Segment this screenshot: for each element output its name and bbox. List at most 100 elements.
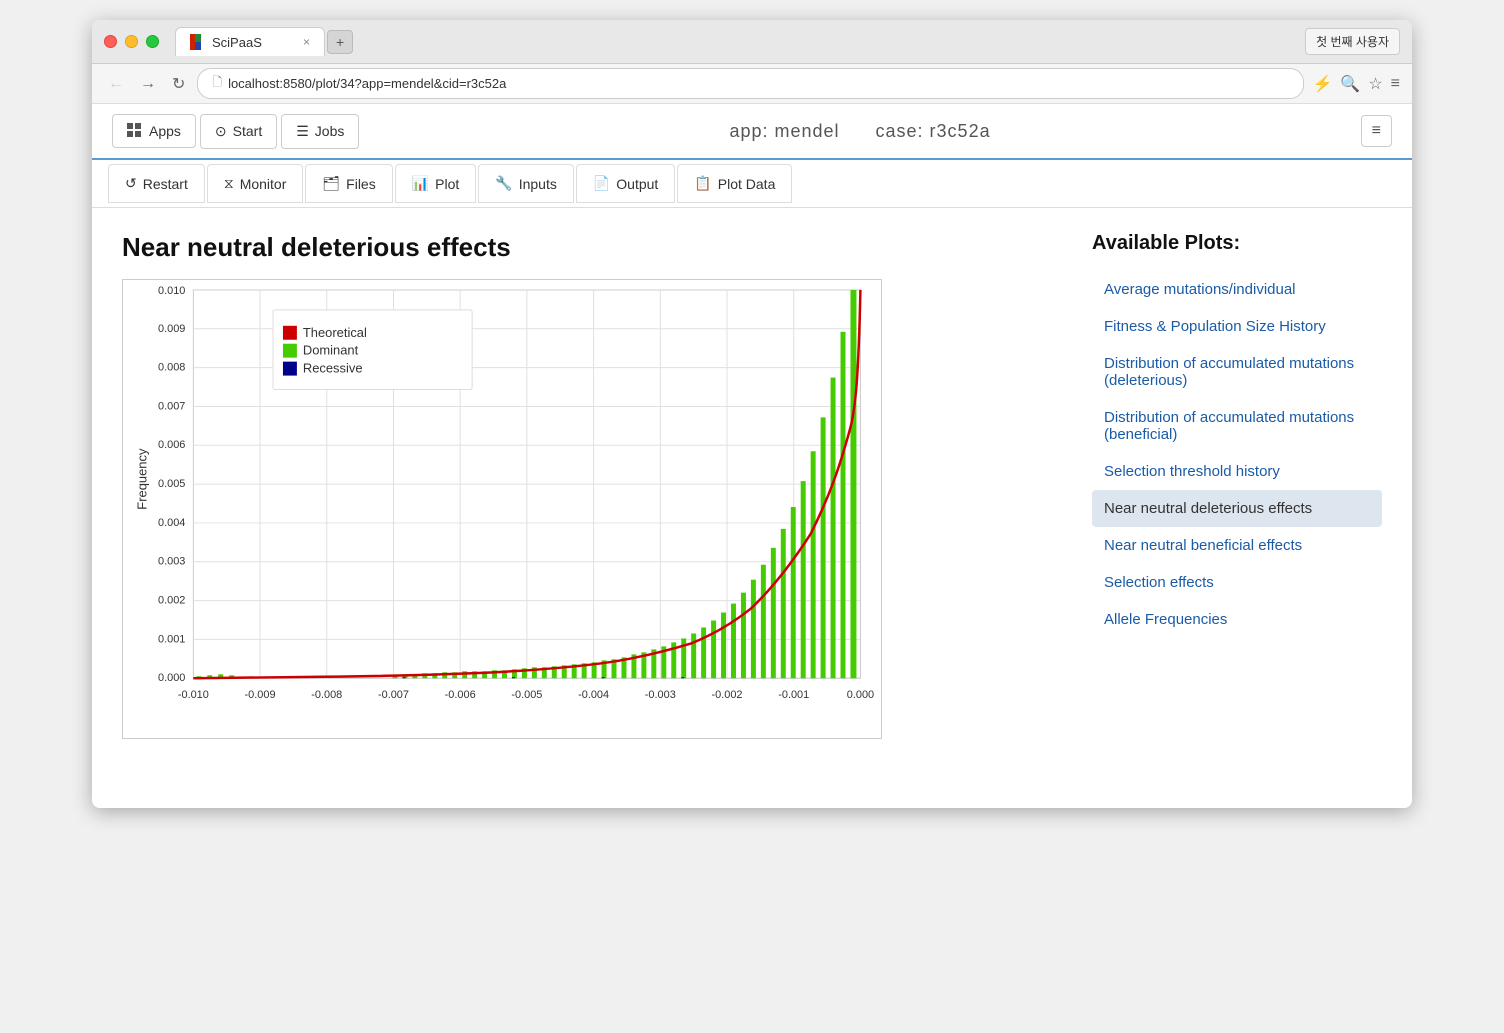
svg-text:-0.003: -0.003 [645,689,676,701]
svg-text:Frequency: Frequency [135,448,150,510]
zoom-icon[interactable]: 🔍 [1340,74,1360,94]
hamburger-button[interactable]: ≡ [1361,115,1392,147]
main-content: Near neutral deleterious effects [92,208,1412,808]
tab-plot[interactable]: 📊 Plot [395,164,477,203]
svg-text:0.009: 0.009 [158,323,185,335]
tab-inputs-label: Inputs [519,176,557,192]
svg-text:0.010: 0.010 [158,285,185,297]
tab-restart-label: Restart [143,176,188,192]
address-bar: ← → ↻ 🗋 localhost:8580/plot/34?app=mende… [92,64,1412,104]
svg-text:0.000: 0.000 [847,689,874,701]
apps-button[interactable]: Apps [112,114,196,148]
sidebar-link-dist-del[interactable]: Distribution of accumulated mutations (d… [1092,345,1382,399]
plot-icon: 📊 [412,175,429,192]
sidebar-link-sel-thresh-label: Selection threshold history [1104,463,1280,480]
tab-bar: SciPaaS × + [175,27,353,56]
svg-text:Recessive: Recessive [303,361,363,376]
sidebar-link-near-neutral-del-label: Near neutral deleterious effects [1104,500,1312,517]
jobs-label: Jobs [315,123,345,139]
svg-text:Theoretical: Theoretical [303,325,367,340]
apps-grid-icon [127,123,143,139]
tab-output-label: Output [616,176,658,192]
sidebar-link-near-neutral-ben[interactable]: Near neutral beneficial effects [1092,527,1382,564]
forward-button[interactable]: → [136,71,160,97]
start-icon: ⊙ [215,123,227,140]
svg-text:0.001: 0.001 [158,633,185,645]
sidebar-link-dist-ben-label: Distribution of accumulated mutations (b… [1104,409,1354,443]
svg-text:-0.010: -0.010 [178,689,209,701]
sidebar-link-near-neutral-del[interactable]: Near neutral deleterious effects [1092,490,1382,527]
minimize-button[interactable] [125,35,138,48]
close-button[interactable] [104,35,117,48]
bookmark-icon[interactable]: ☆ [1368,74,1382,94]
chart-container: Frequency 0.000 0.001 0.002 0.003 0.004 … [122,279,882,744]
app-title: app: mendel case: r3c52a [363,121,1356,142]
tab-plotdata[interactable]: 📋 Plot Data [677,164,792,203]
svg-text:0.006: 0.006 [158,439,185,451]
svg-text:-0.002: -0.002 [712,689,743,701]
tab-restart[interactable]: ↺ Restart [108,164,205,203]
tab-favicon [190,34,206,50]
browser-tab[interactable]: SciPaaS × [175,27,325,56]
start-button[interactable]: ⊙ Start [200,114,277,149]
tab-close-icon[interactable]: × [303,35,310,49]
menu-icon[interactable]: ≡ [1391,75,1400,93]
sidebar-link-dist-del-label: Distribution of accumulated mutations (d… [1104,355,1354,389]
maximize-button[interactable] [146,35,159,48]
url-page-icon: 🗋 [212,73,222,94]
svg-text:-0.009: -0.009 [245,689,276,701]
tab-monitor-label: Monitor [240,176,287,192]
monitor-icon: ⧖ [224,175,234,192]
app-nav-bar: Apps ⊙ Start ☰ Jobs app: mendel case: r3… [92,104,1412,160]
svg-text:Dominant: Dominant [303,343,359,358]
sidebar-link-sel-thresh[interactable]: Selection threshold history [1092,453,1382,490]
chart-svg: Frequency 0.000 0.001 0.002 0.003 0.004 … [122,279,882,739]
tab-files-label: Files [346,176,376,192]
apps-label: Apps [149,123,181,139]
plotdata-icon: 📋 [694,175,711,192]
svg-text:0.008: 0.008 [158,362,185,374]
url-text: localhost:8580/plot/34?app=mendel&cid=r3… [228,76,506,91]
sidebar-link-dist-ben[interactable]: Distribution of accumulated mutations (b… [1092,399,1382,453]
svg-text:0.007: 0.007 [158,400,185,412]
back-button[interactable]: ← [104,71,128,97]
svg-text:-0.005: -0.005 [511,689,542,701]
url-bar[interactable]: 🗋 localhost:8580/plot/34?app=mendel&cid=… [197,68,1304,99]
sidebar-link-fitness-pop-label: Fitness & Population Size History [1104,318,1326,335]
sidebar-link-avg-mutations[interactable]: Average mutations/individual [1092,271,1382,308]
svg-text:0.004: 0.004 [158,517,185,529]
sidebar-title: Available Plots: [1092,232,1382,255]
restart-icon: ↺ [125,175,137,192]
sidebar-link-near-neutral-ben-label: Near neutral beneficial effects [1104,537,1302,554]
window-controls [104,35,159,48]
sidebar-link-allele-freq[interactable]: Allele Frequencies [1092,601,1382,638]
jobs-icon: ☰ [296,123,309,140]
svg-text:-0.008: -0.008 [311,689,342,701]
svg-text:-0.006: -0.006 [445,689,476,701]
browser-window: SciPaaS × + 첫 번째 사용자 ← → ↻ 🗋 localhost:8… [92,20,1412,808]
output-icon: 📄 [593,175,610,192]
sidebar-link-sel-effects-label: Selection effects [1104,574,1214,591]
svg-text:0.000: 0.000 [158,672,185,684]
svg-text:0.002: 0.002 [158,595,185,607]
korean-user-button[interactable]: 첫 번째 사용자 [1305,28,1400,55]
inputs-icon: 🔧 [495,175,512,192]
tab-inputs[interactable]: 🔧 Inputs [478,164,574,203]
svg-text:0.003: 0.003 [158,556,185,568]
start-label: Start [233,123,263,139]
files-icon: 🗂 [322,175,340,192]
reload-button[interactable]: ↻ [168,70,189,98]
sidebar: Available Plots: Average mutations/indiv… [1092,232,1382,784]
tab-output[interactable]: 📄 Output [576,164,675,203]
sidebar-link-fitness-pop[interactable]: Fitness & Population Size History [1092,308,1382,345]
sidebar-link-sel-effects[interactable]: Selection effects [1092,564,1382,601]
content-tabs: ↺ Restart ⧖ Monitor 🗂 Files 📊 Plot 🔧 Inp… [92,160,1412,208]
plot-area: Near neutral deleterious effects [122,232,1092,784]
title-bar: SciPaaS × + 첫 번째 사용자 [92,20,1412,64]
tab-monitor[interactable]: ⧖ Monitor [207,164,304,203]
new-tab-button[interactable]: + [327,30,353,54]
jobs-button[interactable]: ☰ Jobs [281,114,359,149]
sidebar-link-avg-mutations-label: Average mutations/individual [1104,281,1296,298]
app-name: app: mendel [729,121,839,141]
tab-files[interactable]: 🗂 Files [305,164,392,203]
